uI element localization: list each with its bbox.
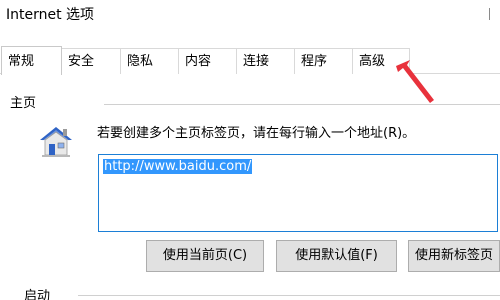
startup-section-rule <box>78 295 500 296</box>
use-current-page-button[interactable]: 使用当前页(C) <box>146 240 264 272</box>
tab-security[interactable]: 安全 <box>61 48 121 74</box>
tab-programs[interactable]: 程序 <box>294 48 353 74</box>
use-default-button[interactable]: 使用默认值(F) <box>276 240 397 272</box>
home-icon <box>40 127 72 157</box>
home-page-section-label: 主页 <box>10 96 37 111</box>
home-page-section-rule <box>104 104 500 105</box>
title-bar-edge <box>489 8 490 20</box>
home-page-instruction: 若要创建多个主页标签页，请在每行输入一个地址(R)。 <box>97 126 416 141</box>
tab-content[interactable]: 内容 <box>178 48 237 74</box>
tab-strip: 常规 安全 隐私 内容 连接 程序 高级 <box>1 45 410 75</box>
home-page-url-textarea[interactable]: http://www.baidu.com/ <box>98 154 498 232</box>
window-title: Internet 选项 <box>6 7 95 23</box>
startup-section-label: 启动 <box>24 289 51 300</box>
tab-general[interactable]: 常规 <box>1 46 62 75</box>
use-new-tab-button[interactable]: 使用新标签页 <box>408 240 500 272</box>
internet-options-dialog: Internet 选项 常规 安全 隐私 内容 连接 程序 高级 主页 若要创建… <box>0 0 500 300</box>
tab-privacy[interactable]: 隐私 <box>120 48 179 74</box>
home-page-url-value: http://www.baidu.com/ <box>103 159 253 174</box>
tab-connections[interactable]: 连接 <box>236 48 295 74</box>
